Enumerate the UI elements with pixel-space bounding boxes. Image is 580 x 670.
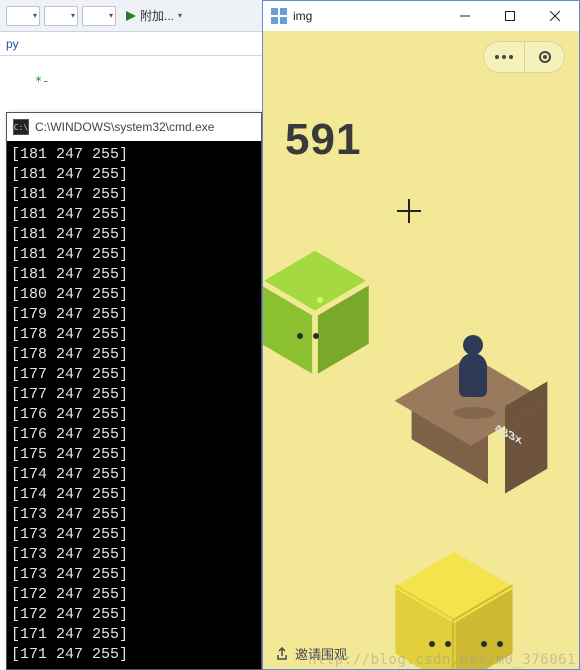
play-icon (126, 11, 136, 21)
green-cube-dot (317, 297, 323, 303)
minimize-icon (460, 11, 470, 21)
player-shadow (453, 407, 495, 419)
minimize-button[interactable] (442, 2, 487, 30)
miniprogram-controls (483, 41, 565, 73)
cmd-window: C:\ C:\WINDOWS\system32\cmd.exe [181 247… (6, 112, 262, 670)
score-display: 591 (285, 115, 361, 165)
img-window-title: img (293, 9, 436, 23)
window-app-icon (271, 8, 287, 24)
maximize-button[interactable] (487, 2, 532, 30)
ide-dropdown-1[interactable]: ▾ (6, 6, 40, 26)
miniprogram-menu-button[interactable] (484, 42, 524, 72)
ide-tab-label: py (6, 37, 19, 51)
ide-code-area: *- (0, 56, 262, 106)
ide-attach-label: 附加... (140, 7, 174, 24)
player-pawn (459, 335, 487, 399)
ide-attach-button[interactable]: 附加... ▾ (120, 5, 188, 26)
close-icon (550, 11, 560, 21)
green-cube-eyes (297, 333, 319, 339)
img-window: img 591 (262, 0, 580, 670)
miniprogram-close-button[interactable] (524, 42, 564, 72)
game-viewport[interactable]: 591 433x 邀请围观 (263, 31, 579, 669)
maximize-icon (505, 11, 515, 21)
close-button[interactable] (532, 2, 577, 30)
yellow-cube-eyes-left (429, 641, 451, 647)
ide-file-tab[interactable]: py (0, 32, 262, 56)
cmd-titlebar[interactable]: C:\ C:\WINDOWS\system32\cmd.exe (7, 113, 261, 141)
cmd-icon: C:\ (13, 119, 29, 135)
crosshair-icon (397, 199, 421, 223)
window-buttons (442, 2, 577, 30)
cmd-output[interactable]: [181 247 255] [181 247 255] [181 247 255… (7, 141, 261, 669)
invite-watch-label: 邀请围观 (295, 644, 347, 663)
share-icon (275, 647, 289, 661)
ide-code-line: *- (35, 74, 49, 88)
ide-toolbar: ▾ ▾ ▾ 附加... ▾ (0, 0, 262, 32)
invite-watch-button[interactable]: 邀请围观 (275, 644, 347, 663)
img-titlebar[interactable]: img (263, 1, 579, 31)
target-icon (539, 51, 551, 63)
cmd-title-text: C:\WINDOWS\system32\cmd.exe (35, 120, 214, 134)
ide-dropdown-2[interactable]: ▾ (44, 6, 78, 26)
ide-dropdown-3[interactable]: ▾ (82, 6, 116, 26)
yellow-cube-eyes-right (481, 641, 503, 647)
